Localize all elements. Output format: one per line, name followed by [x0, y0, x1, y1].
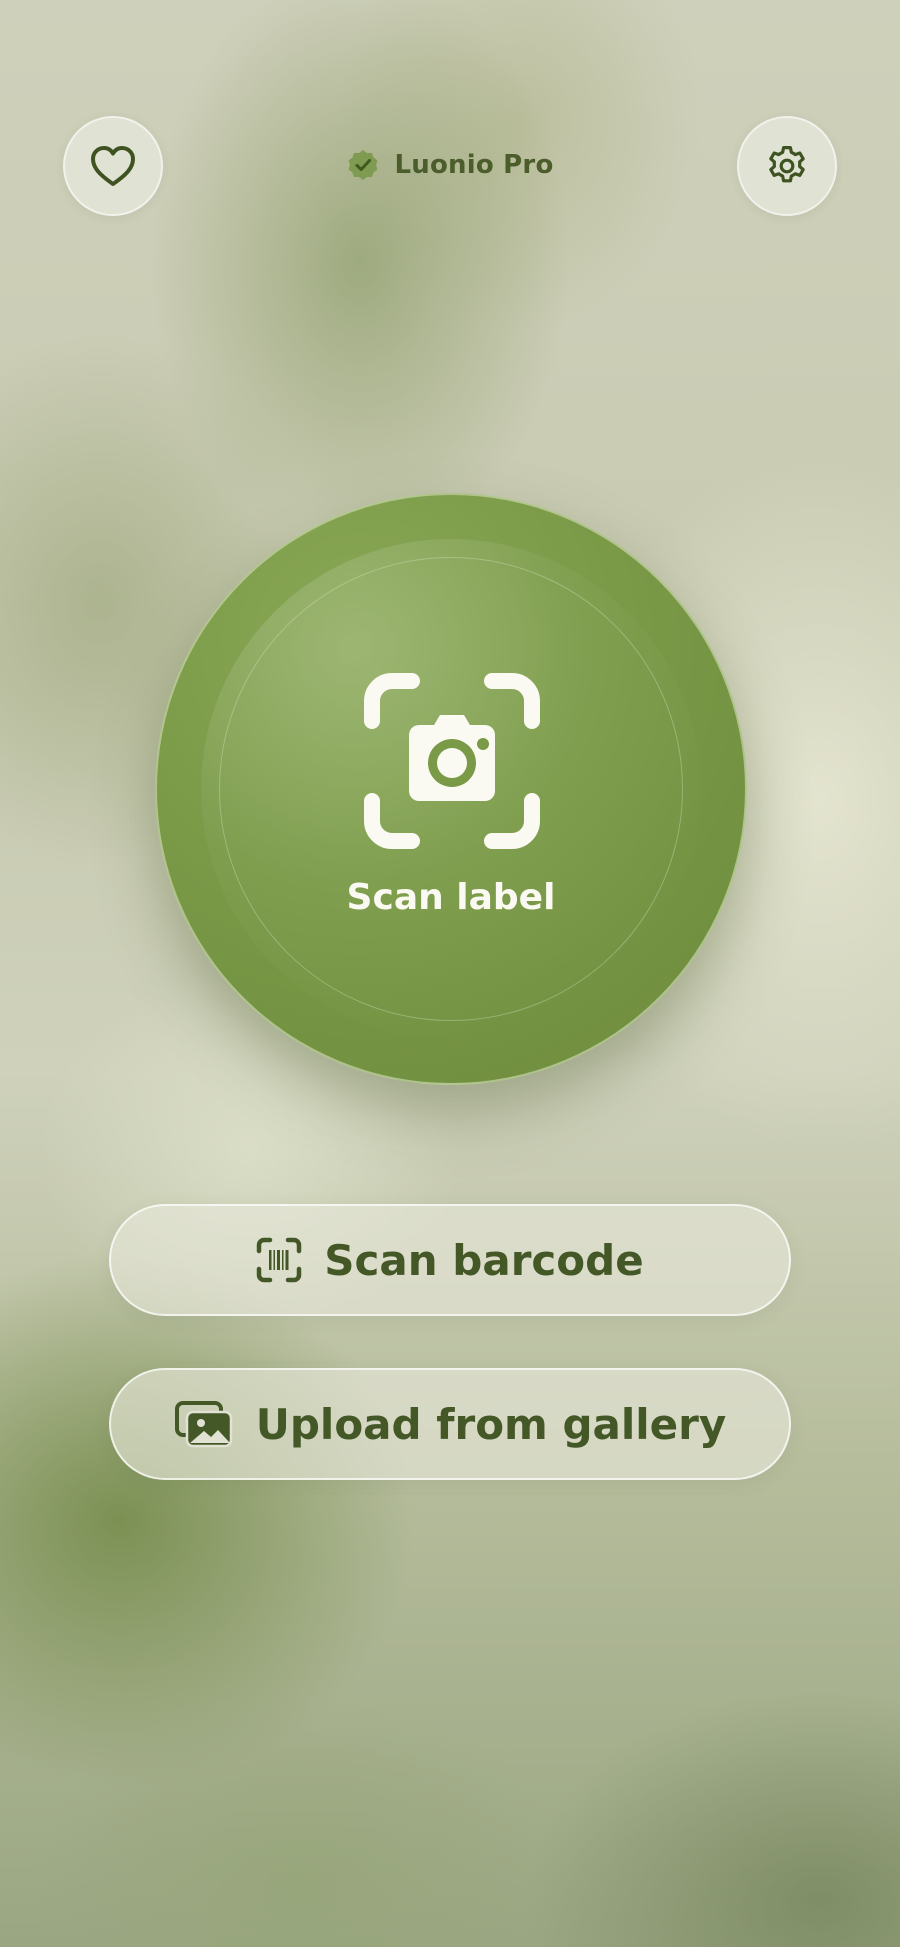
camera-viewfinder-icon	[364, 673, 540, 849]
settings-button[interactable]	[737, 116, 837, 216]
gear-icon	[769, 146, 805, 183]
scan-label-button[interactable]: Scan label	[155, 493, 747, 1085]
barcode-viewfinder-icon	[257, 1237, 302, 1283]
photo-gallery-icon	[174, 1401, 233, 1448]
upload-gallery-button[interactable]: Upload from gallery	[109, 1368, 791, 1480]
upload-gallery-label: Upload from gallery	[255, 1399, 727, 1449]
scan-barcode-label: Scan barcode	[324, 1235, 644, 1285]
scan-label-text: Scan label	[346, 877, 556, 918]
brand-name: Luonio Pro	[394, 150, 554, 180]
verified-badge-icon	[348, 150, 378, 180]
scan-barcode-button[interactable]: Scan barcode	[109, 1204, 791, 1316]
